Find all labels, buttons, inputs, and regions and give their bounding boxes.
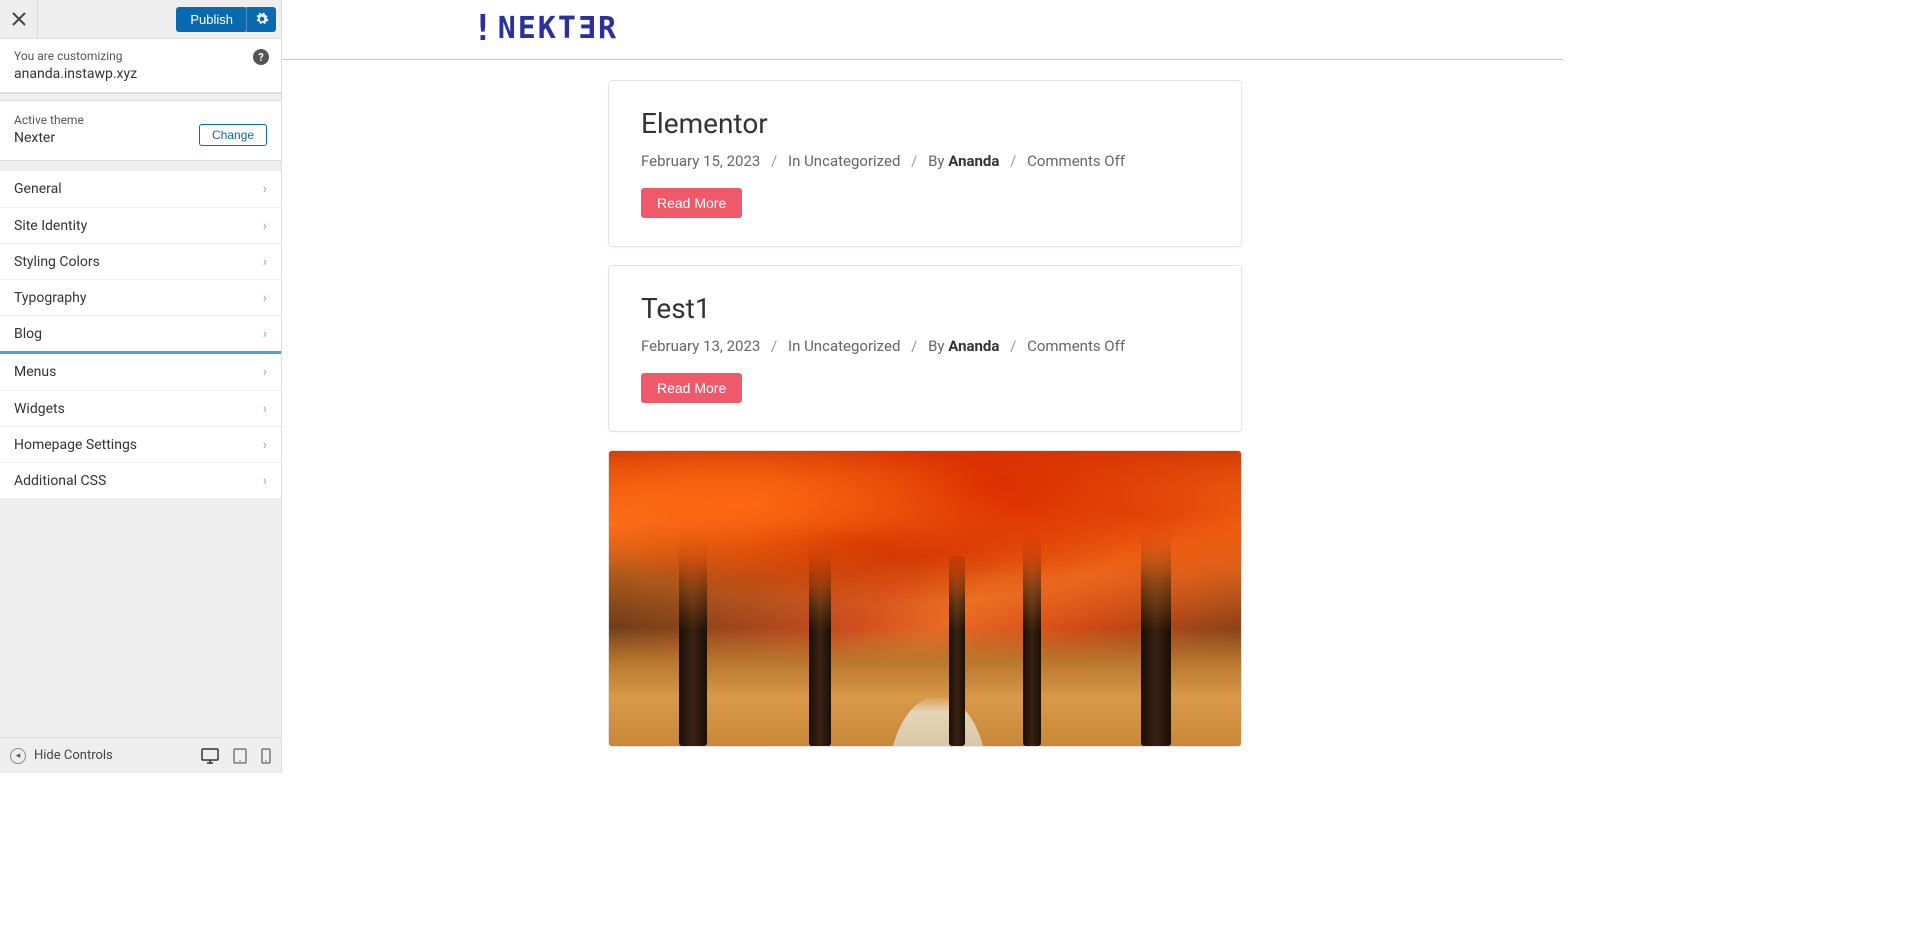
hide-controls-button[interactable]: ◂ Hide Controls <box>10 748 113 764</box>
post-category[interactable]: Uncategorized <box>804 337 900 355</box>
sidebar-header: Publish <box>0 0 281 39</box>
chevron-right-icon: › <box>263 437 267 453</box>
chevron-right-icon: › <box>263 473 267 489</box>
menu-label: Styling Colors <box>14 254 100 270</box>
chevron-right-icon: › <box>263 218 267 234</box>
image-decor <box>609 451 1241 631</box>
category-prefix: In <box>788 337 804 355</box>
separator: / <box>764 152 784 170</box>
read-more-button[interactable]: Read More <box>641 188 742 218</box>
menu-section-secondary: Menus › Widgets › Homepage Settings › Addit… <box>0 354 281 498</box>
collapse-icon: ◂ <box>10 748 26 764</box>
separator: / <box>1003 152 1023 170</box>
post-meta: February 15, 2023 / In Uncategorized / B… <box>641 152 1209 170</box>
chevron-right-icon: › <box>263 401 267 417</box>
post-comments: Comments Off <box>1027 337 1125 355</box>
close-button[interactable] <box>0 0 38 38</box>
chevron-right-icon: › <box>263 181 267 197</box>
device-preview-controls <box>201 748 271 764</box>
menu-item-typography[interactable]: Typography › <box>0 279 281 315</box>
logo-text: NEKTƎR <box>498 11 618 46</box>
change-theme-button[interactable]: Change <box>199 124 267 146</box>
site-header: ! NEKTƎR <box>282 0 1563 60</box>
hide-controls-label: Hide Controls <box>34 748 113 763</box>
menu-item-general[interactable]: General › <box>0 171 281 207</box>
post-author[interactable]: Ananda <box>948 152 999 170</box>
post-list: Elementor February 15, 2023 / In Uncateg… <box>282 60 1242 747</box>
menu-label: Blog <box>14 326 42 342</box>
post-author[interactable]: Ananda <box>948 337 999 355</box>
device-desktop-button[interactable] <box>201 748 219 764</box>
device-mobile-button[interactable] <box>261 748 271 764</box>
menu-label: General <box>14 181 62 197</box>
theme-meta: Active theme Nexter <box>14 113 84 146</box>
publish-settings-button[interactable] <box>246 7 276 32</box>
separator: / <box>904 337 924 355</box>
menu-item-homepage-settings[interactable]: Homepage Settings › <box>0 426 281 462</box>
post-card-image <box>608 450 1242 747</box>
post-card: Test1 February 13, 2023 / In Uncategoriz… <box>608 265 1242 432</box>
menu-item-additional-css[interactable]: Additional CSS › <box>0 462 281 498</box>
logo-bang: ! <box>472 8 496 49</box>
post-date: February 15, 2023 <box>641 152 760 170</box>
menu-item-widgets[interactable]: Widgets › <box>0 390 281 426</box>
app-root: Publish You are customizing ananda.insta… <box>0 0 1563 773</box>
post-title[interactable]: Elementor <box>641 107 1209 140</box>
site-name: ananda.instawp.xyz <box>14 66 267 82</box>
by-prefix: By <box>928 337 948 355</box>
category-prefix: In <box>788 152 804 170</box>
chevron-right-icon: › <box>263 326 267 342</box>
post-title[interactable]: Test1 <box>641 292 1209 325</box>
menu-item-site-identity[interactable]: Site Identity › <box>0 207 281 243</box>
post-card: Elementor February 15, 2023 / In Uncateg… <box>608 80 1242 247</box>
active-theme-label: Active theme <box>14 113 84 127</box>
chevron-right-icon: › <box>263 254 267 270</box>
customizer-sidebar: Publish You are customizing ananda.insta… <box>0 0 282 773</box>
menu-label: Additional CSS <box>14 473 106 489</box>
sidebar-footer: ◂ Hide Controls <box>0 737 281 773</box>
menu-label: Menus <box>14 364 56 380</box>
menu-label: Site Identity <box>14 218 87 234</box>
post-date: February 13, 2023 <box>641 337 760 355</box>
menu-item-blog[interactable]: Blog › <box>0 315 281 351</box>
menu-label: Widgets <box>14 401 65 417</box>
publish-button[interactable]: Publish <box>176 7 247 32</box>
device-tablet-button[interactable] <box>233 748 247 764</box>
publish-label: Publish <box>190 12 233 27</box>
menu-label: Homepage Settings <box>14 437 137 453</box>
menu-label: Typography <box>14 290 86 306</box>
active-theme-row: Active theme Nexter Change <box>0 100 281 161</box>
help-icon[interactable]: ? <box>253 49 269 65</box>
post-comments: Comments Off <box>1027 152 1125 170</box>
customizing-label: You are customizing <box>14 49 267 63</box>
spacer <box>0 498 281 737</box>
preview-pane[interactable]: ! NEKTƎR Elementor February 15, 2023 / I… <box>282 0 1563 773</box>
current-site-panel: You are customizing ananda.instawp.xyz ? <box>0 39 281 94</box>
close-icon <box>12 12 26 26</box>
menu-section-primary: General› Site Identity› Styling Colors› … <box>0 171 281 354</box>
mobile-icon <box>261 748 271 764</box>
gear-icon <box>255 12 269 26</box>
menu-item-styling-colors[interactable]: Styling Colors › <box>0 243 281 279</box>
separator: / <box>1003 337 1023 355</box>
chevron-right-icon: › <box>263 290 267 306</box>
by-prefix: By <box>928 152 948 170</box>
separator: / <box>904 152 924 170</box>
chevron-right-icon: › <box>263 364 267 380</box>
read-more-button[interactable]: Read More <box>641 373 742 403</box>
post-category[interactable]: Uncategorized <box>804 152 900 170</box>
tablet-icon <box>233 748 247 764</box>
desktop-icon <box>201 748 219 764</box>
site-logo[interactable]: ! NEKTƎR <box>472 8 618 49</box>
theme-name: Nexter <box>14 130 84 146</box>
post-meta: February 13, 2023 / In Uncategorized / B… <box>641 337 1209 355</box>
separator: / <box>764 337 784 355</box>
featured-image[interactable] <box>609 451 1241 746</box>
menu-item-menus[interactable]: Menus › <box>0 354 281 390</box>
